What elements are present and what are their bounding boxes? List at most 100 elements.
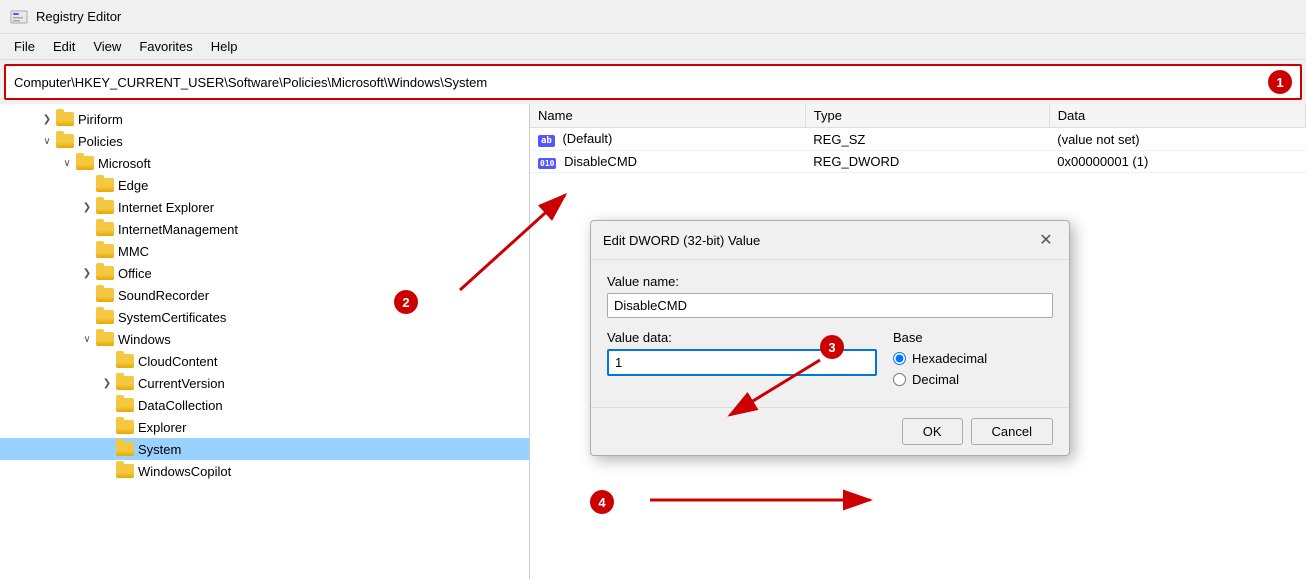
expand-piriform[interactable]: ❯ bbox=[40, 112, 54, 126]
tree-label-windows: Windows bbox=[118, 332, 171, 347]
menu-help[interactable]: Help bbox=[203, 37, 246, 56]
folder-icon-policies bbox=[56, 134, 74, 148]
regedit-icon bbox=[10, 8, 28, 26]
folder-icon-ie bbox=[96, 200, 114, 214]
registry-table: Name Type Data ab (Default) REG_SZ (valu… bbox=[530, 104, 1306, 173]
tree-item-policies[interactable]: ∨ Policies bbox=[0, 130, 529, 152]
menu-file[interactable]: File bbox=[6, 37, 43, 56]
row-default-name: ab (Default) bbox=[530, 128, 805, 151]
tree-item-currentversion[interactable]: ❯ CurrentVersion bbox=[0, 372, 529, 394]
tree-label-soundrecorder: SoundRecorder bbox=[118, 288, 209, 303]
base-section: Base Hexadecimal Decimal bbox=[893, 330, 1053, 393]
tree-item-mmc[interactable]: MMC bbox=[0, 240, 529, 262]
tree-item-microsoft[interactable]: ∨ Microsoft bbox=[0, 152, 529, 174]
tree-item-systemcerts[interactable]: SystemCertificates bbox=[0, 306, 529, 328]
tree-item-soundrecorder[interactable]: SoundRecorder bbox=[0, 284, 529, 306]
radio-hexadecimal[interactable] bbox=[893, 352, 906, 365]
folder-icon-office bbox=[96, 266, 114, 280]
tree-item-internetmanagement[interactable]: InternetManagement bbox=[0, 218, 529, 240]
modal-close-button[interactable]: ✕ bbox=[1035, 229, 1057, 251]
value-data-input[interactable] bbox=[607, 349, 877, 376]
row-default-type: REG_SZ bbox=[805, 128, 1049, 151]
tree-panel[interactable]: ❯ Piriform ∨ Policies ∨ Microsoft Edge ❯… bbox=[0, 104, 530, 579]
tree-item-cloudcontent[interactable]: CloudContent bbox=[0, 350, 529, 372]
tree-item-edge[interactable]: Edge bbox=[0, 174, 529, 196]
radio-decimal[interactable] bbox=[893, 373, 906, 386]
modal-data-row: Value data: Base Hexadecimal Decimal bbox=[607, 330, 1053, 393]
val-icon-dword-disable: 010 bbox=[538, 158, 556, 169]
table-row[interactable]: ab (Default) REG_SZ (value not set) bbox=[530, 128, 1306, 151]
tree-label-office: Office bbox=[118, 266, 152, 281]
val-icon-ab-default: ab bbox=[538, 135, 555, 147]
tree-label-systemcerts: SystemCertificates bbox=[118, 310, 226, 325]
row-disablecmd-name: 010 DisableCMD bbox=[530, 151, 805, 173]
row-disablecmd-type: REG_DWORD bbox=[805, 151, 1049, 173]
cancel-button[interactable]: Cancel bbox=[971, 418, 1053, 445]
folder-icon-edge bbox=[96, 178, 114, 192]
tree-label-policies: Policies bbox=[78, 134, 123, 149]
tree-item-piriform[interactable]: ❯ Piriform bbox=[0, 108, 529, 130]
edit-dword-modal[interactable]: Edit DWORD (32-bit) Value ✕ Value name: … bbox=[590, 220, 1070, 456]
radio-decimal-label: Decimal bbox=[912, 372, 959, 387]
expand-policies[interactable]: ∨ bbox=[40, 134, 54, 148]
col-type: Type bbox=[805, 104, 1049, 128]
radio-hexadecimal-row: Hexadecimal bbox=[893, 351, 1053, 366]
step-badge-1: 1 bbox=[1268, 70, 1292, 94]
expand-windows[interactable]: ∨ bbox=[80, 332, 94, 346]
base-label: Base bbox=[893, 330, 1053, 345]
value-data-label: Value data: bbox=[607, 330, 877, 345]
modal-footer: OK Cancel bbox=[591, 407, 1069, 455]
tree-label-mmc: MMC bbox=[118, 244, 149, 259]
tree-item-explorer[interactable]: Explorer bbox=[0, 416, 529, 438]
radio-decimal-row: Decimal bbox=[893, 372, 1053, 387]
folder-icon-datacollection bbox=[116, 398, 134, 412]
tree-label-cloudcontent: CloudContent bbox=[138, 354, 218, 369]
address-input[interactable] bbox=[14, 75, 1268, 90]
app-title: Registry Editor bbox=[36, 9, 121, 24]
tree-label-edge: Edge bbox=[118, 178, 148, 193]
folder-icon-cloudcontent bbox=[116, 354, 134, 368]
folder-icon-currentversion bbox=[116, 376, 134, 390]
modal-titlebar: Edit DWORD (32-bit) Value ✕ bbox=[591, 221, 1069, 260]
row-disablecmd-data: 0x00000001 (1) bbox=[1049, 151, 1305, 173]
folder-icon-internetmgmt bbox=[96, 222, 114, 236]
folder-icon-system bbox=[116, 442, 134, 456]
tree-item-office[interactable]: ❯ Office bbox=[0, 262, 529, 284]
folder-icon-microsoft bbox=[76, 156, 94, 170]
tree-label-internetmgmt: InternetManagement bbox=[118, 222, 238, 237]
tree-label-currentversion: CurrentVersion bbox=[138, 376, 225, 391]
folder-icon-systemcerts bbox=[96, 310, 114, 324]
tree-item-ie[interactable]: ❯ Internet Explorer bbox=[0, 196, 529, 218]
tree-label-explorer: Explorer bbox=[138, 420, 186, 435]
tree-label-microsoft: Microsoft bbox=[98, 156, 151, 171]
tree-item-system[interactable]: System bbox=[0, 438, 529, 460]
expand-microsoft[interactable]: ∨ bbox=[60, 156, 74, 170]
ok-button[interactable]: OK bbox=[902, 418, 963, 445]
tree-item-windows[interactable]: ∨ Windows bbox=[0, 328, 529, 350]
table-row[interactable]: 010 DisableCMD REG_DWORD 0x00000001 (1) bbox=[530, 151, 1306, 173]
tree-item-datacollection[interactable]: DataCollection bbox=[0, 394, 529, 416]
tree-label-windowscopilot: WindowsCopilot bbox=[138, 464, 231, 479]
col-data: Data bbox=[1049, 104, 1305, 128]
folder-icon-soundrecorder bbox=[96, 288, 114, 302]
value-name-label: Value name: bbox=[607, 274, 1053, 289]
expand-currentversion[interactable]: ❯ bbox=[100, 376, 114, 390]
folder-icon-windowscopilot bbox=[116, 464, 134, 478]
menu-view[interactable]: View bbox=[85, 37, 129, 56]
modal-body: Value name: Value data: Base Hexadecimal… bbox=[591, 260, 1069, 407]
menu-edit[interactable]: Edit bbox=[45, 37, 83, 56]
folder-icon-explorer bbox=[116, 420, 134, 434]
tree-item-windowscopilot[interactable]: WindowsCopilot bbox=[0, 460, 529, 482]
tree-label-system: System bbox=[138, 442, 181, 457]
menu-favorites[interactable]: Favorites bbox=[131, 37, 200, 56]
expand-office[interactable]: ❯ bbox=[80, 266, 94, 280]
row-default-data: (value not set) bbox=[1049, 128, 1305, 151]
value-name-input[interactable] bbox=[607, 293, 1053, 318]
address-bar[interactable]: 1 bbox=[4, 64, 1302, 100]
tree-label-datacollection: DataCollection bbox=[138, 398, 223, 413]
tree-label-ie: Internet Explorer bbox=[118, 200, 214, 215]
modal-title: Edit DWORD (32-bit) Value bbox=[603, 233, 760, 248]
radio-hexadecimal-label: Hexadecimal bbox=[912, 351, 987, 366]
expand-ie[interactable]: ❯ bbox=[80, 200, 94, 214]
value-data-section: Value data: bbox=[607, 330, 877, 376]
